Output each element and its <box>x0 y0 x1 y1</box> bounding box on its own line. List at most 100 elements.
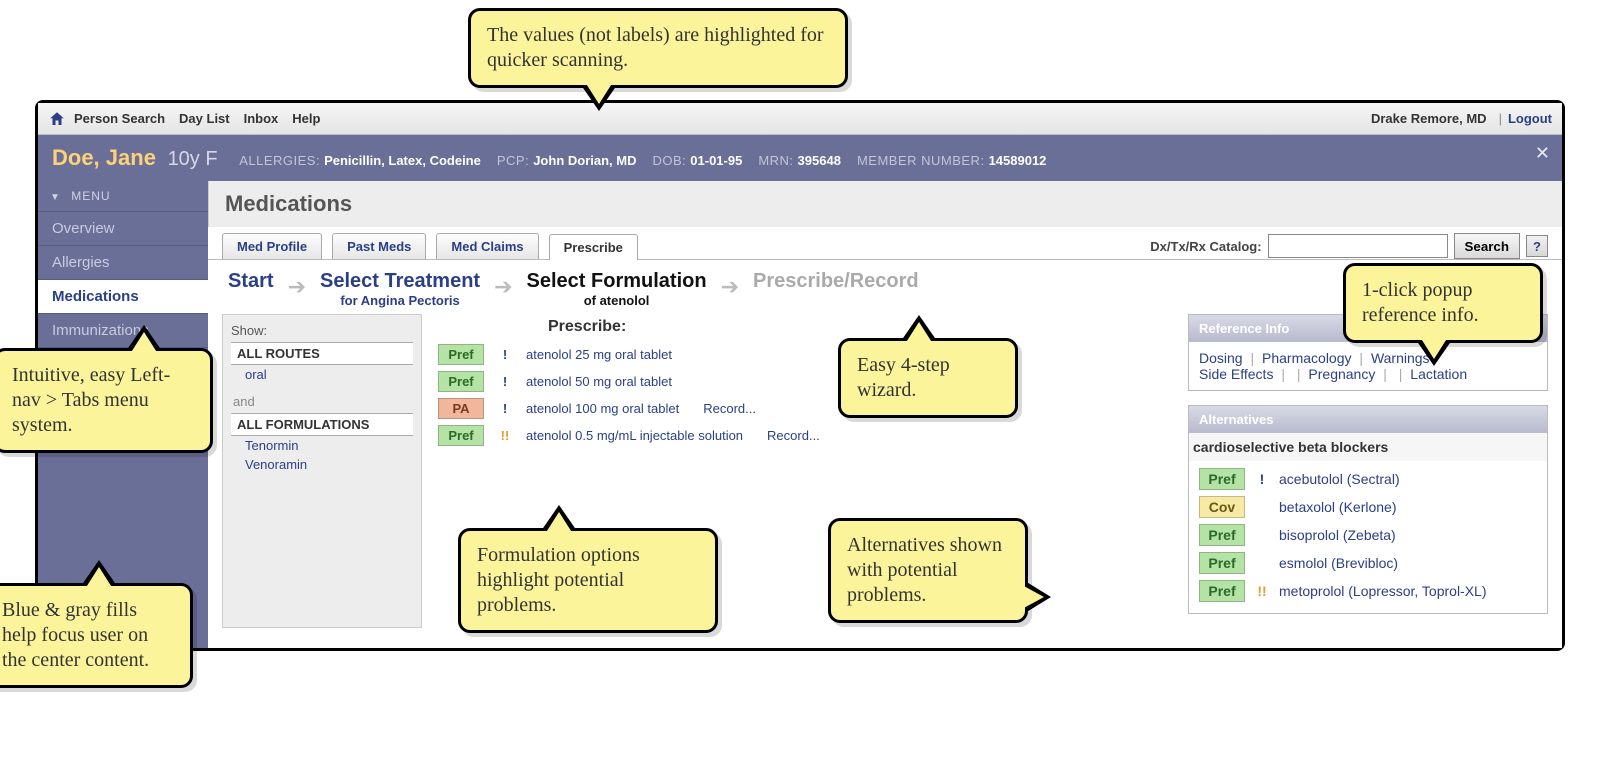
catalog-search-input[interactable] <box>1268 234 1448 258</box>
callout-blue-gray-fills: Blue & gray fills help focus user on the… <box>0 583 193 688</box>
home-icon[interactable] <box>48 110 66 128</box>
catalog-search-button[interactable]: Search <box>1454 233 1520 259</box>
wizard-step-title: Prescribe/Record <box>753 270 919 293</box>
alternative-link[interactable]: metoprolol (Lopressor, Toprol-XL) <box>1279 583 1537 599</box>
rx-row: Pref!!atenolol 0.5 mg/mL injectable solu… <box>438 425 1172 446</box>
callout-leftnav-tabs: Intuitive, easy Left-nav > Tabs menu sys… <box>0 348 213 453</box>
coverage-badge: PA <box>438 398 484 419</box>
patient-field: ALLERGIES:Penicillin, Latex, Codeine <box>239 153 481 168</box>
rx-name-link[interactable]: atenolol 100 mg oral tablet <box>526 401 679 416</box>
patient-field-value: 395648 <box>798 153 841 168</box>
alternative-row: Pref! acebutolol (Sectral) <box>1195 465 1541 493</box>
sidebar-item-medications[interactable]: Medications <box>38 280 208 314</box>
wizard-step-subtitle: for Angina Pectoris <box>320 293 480 308</box>
callout-reference-popup: 1-click popup reference info. <box>1343 263 1543 343</box>
patient-field-label: ALLERGIES: <box>239 153 320 168</box>
alternative-link[interactable]: esmolol (Brevibloc) <box>1279 555 1537 571</box>
sidebar-item-allergies[interactable]: Allergies <box>38 246 208 280</box>
alternatives-header: Alternatives <box>1189 406 1547 433</box>
record-link[interactable]: Record... <box>767 428 820 443</box>
alternative-row: Pref!! metoprolol (Lopressor, Toprol-XL) <box>1195 577 1541 605</box>
menu-day-list[interactable]: Day List <box>179 111 230 126</box>
coverage-badge: Pref <box>1199 524 1245 546</box>
warning-icon: ! <box>498 374 512 389</box>
alternative-link[interactable]: bisoprolol (Zebeta) <box>1279 527 1537 543</box>
filter-route-item[interactable]: oral <box>231 365 413 384</box>
reference-link-pharmacology[interactable]: Pharmacology <box>1262 350 1352 366</box>
right-panels: Reference Info Dosing | Pharmacology | W… <box>1188 314 1548 628</box>
filter-formulations-header[interactable]: ALL FORMULATIONS <box>231 413 413 436</box>
patient-field-label: PCP: <box>497 153 529 168</box>
separator: | <box>1379 366 1390 382</box>
logout-link[interactable]: Logout <box>1508 111 1552 126</box>
menu-help[interactable]: Help <box>292 111 320 126</box>
coverage-badge: Pref <box>1199 468 1245 490</box>
wizard-step[interactable]: Select Formulationof atenolol <box>527 270 707 308</box>
wizard-step[interactable]: Select Treatmentfor Angina Pectoris <box>320 270 480 308</box>
separator: | <box>1277 366 1288 382</box>
warning-icon: ! <box>1255 471 1269 487</box>
patient-field: PCP:John Dorian, MD <box>497 153 637 168</box>
rx-row: PA! atenolol 100 mg oral tablet Record... <box>438 398 1172 419</box>
wizard-step-subtitle: of atenolol <box>527 293 707 308</box>
filter-formulation-item[interactable]: Tenormin <box>231 436 413 455</box>
warning-icon: ! <box>498 401 512 416</box>
app-window: Person Search Day List Inbox Help Drake … <box>35 100 1565 651</box>
menubar: Person Search Day List Inbox Help Drake … <box>38 103 1562 135</box>
reference-link-lactation[interactable]: Lactation <box>1410 366 1467 382</box>
rx-name-link[interactable]: atenolol 50 mg oral tablet <box>526 374 672 389</box>
sidebar-item-overview[interactable]: Overview <box>38 212 208 246</box>
record-link[interactable]: Record... <box>703 401 756 416</box>
separator: | <box>1356 350 1367 366</box>
wizard-arrow-icon: ➔ <box>721 270 739 300</box>
catalog-search-label: Dx/Tx/Rx Catalog: <box>1150 239 1261 254</box>
separator: | <box>1297 366 1305 382</box>
help-icon[interactable]: ? <box>1526 235 1548 257</box>
page-title: Medications <box>208 181 1562 227</box>
close-icon[interactable]: ✕ <box>1535 143 1550 164</box>
rx-row: Pref!atenolol 25 mg oral tablet <box>438 344 1172 365</box>
patient-field-value: 01-01-95 <box>690 153 742 168</box>
tab-med-profile[interactable]: Med Profile <box>222 233 322 259</box>
patient-field: DOB:01-01-95 <box>652 153 742 168</box>
wizard-arrow-icon: ➔ <box>288 270 306 300</box>
wizard-step[interactable]: Start <box>228 270 274 293</box>
alternative-row: Pref bisoprolol (Zebeta) <box>1195 521 1541 549</box>
alternative-row: Prefesmolol (Brevibloc) <box>1195 549 1541 577</box>
reference-link-pregnancy[interactable]: Pregnancy <box>1308 366 1375 382</box>
callout-highlight-values: The values (not labels) are highlighted … <box>468 8 848 88</box>
rx-name-link[interactable]: atenolol 25 mg oral tablet <box>526 347 672 362</box>
alternative-link[interactable]: acebutolol (Sectral) <box>1279 471 1537 487</box>
reference-info-links: Dosing | Pharmacology | WarningsSide Eff… <box>1189 342 1547 390</box>
sidebar-item-immunizations[interactable]: Immunizations <box>38 314 208 348</box>
menu-inbox[interactable]: Inbox <box>244 111 279 126</box>
leftnav-header[interactable]: ▼ MENU <box>38 181 208 212</box>
prescribe-header: Prescribe: <box>548 318 1172 336</box>
coverage-badge: Cov <box>1199 496 1245 518</box>
filter-and: and <box>233 394 413 409</box>
warning-icon: !! <box>1255 583 1269 599</box>
alternatives-panel: Alternatives cardioselective beta blocke… <box>1188 405 1548 614</box>
filter-column: Show: ALL ROUTES oral and ALL FORMULATIO… <box>222 314 422 628</box>
filter-routes-header[interactable]: ALL ROUTES <box>231 342 413 365</box>
tab-med-claims[interactable]: Med Claims <box>436 233 538 259</box>
current-user: Drake Remore, MD <box>1371 111 1487 126</box>
rx-name-link[interactable]: atenolol 0.5 mg/mL injectable solution <box>526 428 743 443</box>
patient-field-label: MEMBER NUMBER: <box>857 153 985 168</box>
alternatives-group: cardioselective beta blockers <box>1189 433 1547 461</box>
reference-link-side-effects[interactable]: Side Effects <box>1199 366 1273 382</box>
tab-prescribe[interactable]: Prescribe <box>549 234 638 260</box>
alternative-link[interactable]: betaxolol (Kerlone) <box>1279 499 1537 515</box>
reference-link-dosing[interactable]: Dosing <box>1199 350 1243 366</box>
patient-field: MEMBER NUMBER:14589012 <box>857 153 1046 168</box>
menu-person-search[interactable]: Person Search <box>74 111 165 126</box>
callout-formulation-problems: Formulation options highlight potential … <box>458 528 718 633</box>
callout-4-step-wizard: Easy 4-step wizard. <box>838 338 1018 418</box>
warning-icon: !! <box>498 428 512 443</box>
wizard-step-title: Start <box>228 270 274 293</box>
tab-past-meds[interactable]: Past Meds <box>332 233 426 259</box>
filter-show-label: Show: <box>231 323 413 338</box>
coverage-badge: Pref <box>1199 580 1245 602</box>
filter-formulation-item[interactable]: Venoramin <box>231 455 413 474</box>
triangle-down-icon: ▼ <box>50 192 61 203</box>
